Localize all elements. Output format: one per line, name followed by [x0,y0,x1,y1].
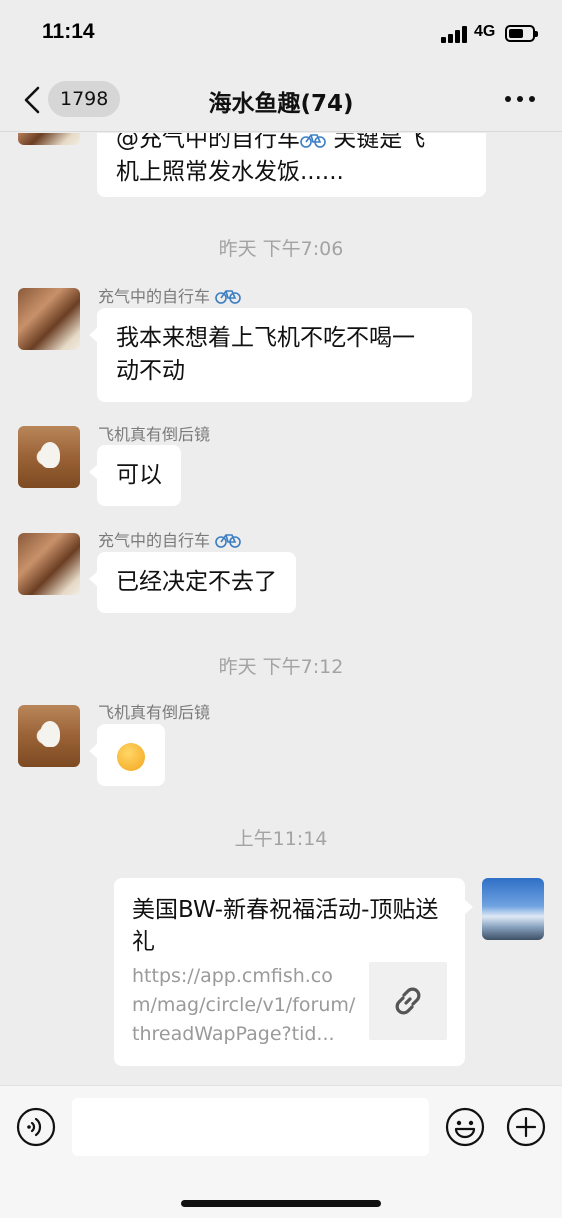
my-avatar[interactable] [482,878,544,940]
link-card-url: https://app.cmfish.com/mag/circle/v1/for… [132,965,356,1045]
timestamp: 上午11:14 [234,828,328,850]
sender-name: 飞机真有倒后镜 [98,703,211,722]
timestamp: 昨天 下午7:06 [218,238,344,260]
link-icon [395,987,421,1015]
battery-icon [505,25,538,42]
emoji-icon[interactable] [445,1107,485,1147]
avatar[interactable] [18,426,80,488]
message-text: 可以 [116,462,162,488]
message-bubble[interactable]: @充气中的自行车 关键是飞 机上照常发水发饭...... [97,133,486,197]
avatar[interactable] [18,288,80,350]
home-indicator [181,1200,381,1207]
bicycle-icon [215,532,241,548]
avatar[interactable] [18,533,80,595]
status-time: 11:14 [42,20,95,43]
input-bar [0,1085,562,1218]
link-card[interactable]: 美国BW-新春祝福活动-顶贴送礼 https://app.cmfish.com/… [114,878,473,1066]
thinking-face-emoji [117,742,145,771]
message-text: 动不动 [116,358,185,384]
timestamp: 昨天 下午7:12 [218,656,344,678]
bicycle-icon [300,133,326,148]
message-list[interactable]: @充气中的自行车 关键是飞 机上照常发水发饭...... 昨天 下午7:06 充… [0,133,562,1085]
message-bubble[interactable] [89,724,165,786]
message-bubble[interactable]: 可以 [89,445,181,506]
avatar[interactable] [18,133,80,145]
message-bubble[interactable]: 已经决定不去了 [89,552,296,613]
message-text: 已经决定不去了 [116,569,277,595]
bicycle-icon [215,288,241,304]
message-text: 机上照常发水发饭...... [116,159,344,185]
signal-icon [441,26,468,43]
message-text: @充气中的自行车 [116,133,300,152]
status-bar: 11:14 4G [0,0,562,68]
more-options-icon[interactable] [505,96,535,104]
avatar[interactable] [18,705,80,767]
nav-bar: 1798 海水鱼趣(74) [0,68,562,132]
link-card-thumbnail [369,962,447,1040]
voice-icon[interactable] [16,1107,56,1147]
chat-title: 海水鱼趣(74) [208,91,354,117]
sender-name: 充气中的自行车 [98,527,241,551]
sender-name: 充气中的自行车 [98,283,241,307]
message-text: 我本来想着上飞机不吃不喝一 [116,325,415,351]
message-text-tail: 关键是飞 [326,133,426,152]
sender-name: 飞机真有倒后镜 [98,425,211,444]
message-input[interactable] [72,1098,429,1156]
link-card-title: 美国BW-新春祝福活动-顶贴送礼 [132,897,439,955]
message-bubble[interactable]: 我本来想着上飞机不吃不喝一 动不动 [89,308,472,402]
plus-icon[interactable] [506,1107,546,1147]
network-label: 4G [474,23,496,40]
